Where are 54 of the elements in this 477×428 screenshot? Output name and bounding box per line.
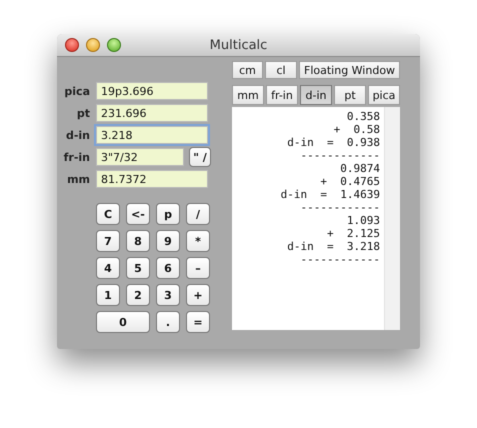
field-label: pt bbox=[76, 106, 90, 120]
tape-line: 1.093 bbox=[346, 214, 380, 227]
field-label: pica bbox=[63, 84, 90, 98]
keypad-button[interactable]: 4 bbox=[96, 257, 120, 279]
keypad-button[interactable]: 9 bbox=[156, 230, 180, 252]
tape-line: + 0.58 bbox=[332, 123, 380, 136]
close-icon[interactable] bbox=[65, 38, 79, 52]
keypad-button[interactable]: + bbox=[186, 284, 210, 306]
zoom-icon[interactable] bbox=[107, 38, 121, 52]
keypad-button[interactable]: * bbox=[186, 230, 210, 252]
keypad-button[interactable]: 1 bbox=[96, 284, 120, 306]
fraction-button[interactable]: " / bbox=[189, 147, 211, 167]
keypad-button[interactable]: <- bbox=[126, 203, 150, 225]
keypad-button[interactable]: 2 bbox=[126, 284, 150, 306]
keypad-button[interactable]: 0 bbox=[96, 311, 150, 333]
field-label: mm bbox=[66, 172, 90, 186]
keypad-button[interactable]: 8 bbox=[126, 230, 150, 252]
window-title: Multicalc bbox=[208, 38, 268, 52]
input-field[interactable]: 81.7372 bbox=[96, 170, 208, 188]
field-label: fr-in bbox=[62, 150, 90, 164]
input-field[interactable]: 3.218 bbox=[96, 126, 208, 144]
keypad-button[interactable]: 3 bbox=[156, 284, 180, 306]
tape-line: d-in = 0.938 bbox=[286, 136, 380, 149]
minimize-icon[interactable] bbox=[86, 38, 100, 52]
input-field[interactable]: 231.696 bbox=[96, 104, 208, 122]
toolbar-button[interactable]: cm bbox=[232, 61, 263, 79]
toolbar-button[interactable]: cl bbox=[265, 61, 297, 79]
tape-line: 0.358 bbox=[346, 110, 380, 123]
keypad-button[interactable]: C bbox=[96, 203, 120, 225]
unit-tab[interactable]: d-in bbox=[300, 85, 332, 105]
tape-line: ------------ bbox=[300, 149, 380, 162]
unit-tab[interactable]: fr-in bbox=[266, 85, 298, 105]
keypad-button[interactable]: 7 bbox=[96, 230, 120, 252]
input-field[interactable]: 3"7/32 bbox=[96, 148, 184, 166]
input-field[interactable]: 19p3.696 bbox=[96, 82, 208, 100]
tape-line: 0.9874 bbox=[339, 162, 380, 175]
keypad-button[interactable]: p bbox=[156, 203, 180, 225]
unit-tab[interactable]: mm bbox=[232, 85, 264, 105]
keypad-button[interactable]: 5 bbox=[126, 257, 150, 279]
field-label: d-in bbox=[64, 128, 90, 142]
tape-line: + 2.125 bbox=[326, 227, 380, 240]
keypad-button[interactable]: 6 bbox=[156, 257, 180, 279]
keypad-button[interactable]: . bbox=[156, 311, 180, 333]
keypad-button[interactable]: = bbox=[186, 311, 210, 333]
toolbar-button[interactable]: Floating Window bbox=[299, 61, 400, 79]
unit-tab[interactable]: pica bbox=[368, 85, 400, 105]
tape-line: d-in = 1.4639 bbox=[280, 188, 380, 201]
tape-line: ------------ bbox=[300, 201, 380, 214]
unit-tab[interactable]: pt bbox=[334, 85, 366, 105]
keypad-button[interactable]: / bbox=[186, 203, 210, 225]
tape-line: + 0.4765 bbox=[319, 175, 380, 188]
tape-line: ------------ bbox=[300, 253, 380, 266]
keypad-button[interactable]: – bbox=[186, 257, 210, 279]
tape-line: d-in = 3.218 bbox=[286, 240, 380, 253]
